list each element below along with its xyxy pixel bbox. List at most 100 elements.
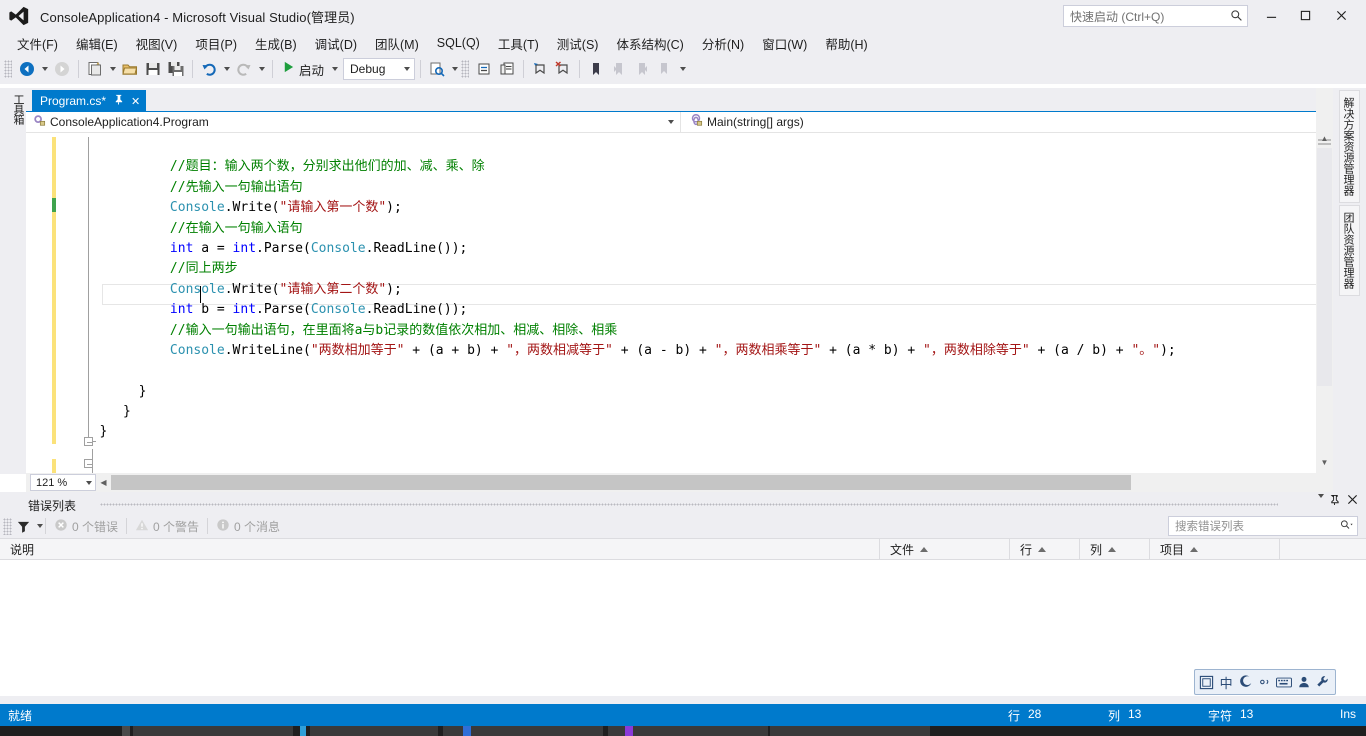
column-header-4[interactable]: 项目 [1150, 539, 1280, 559]
scroll-up-arrow[interactable]: ▲ [1316, 134, 1333, 143]
save-icon[interactable] [142, 57, 164, 81]
redo-icon[interactable] [233, 57, 255, 81]
add-bookmark-icon[interactable] [529, 57, 551, 81]
new-project-dropdown[interactable] [107, 57, 118, 81]
error-count[interactable]: 0 个错误 [46, 518, 126, 535]
scroll-down-arrow[interactable]: ▼ [1316, 458, 1333, 467]
code-line[interactable]: //题目：输入两个数，分别求出他们的加、减、乘、除 [76, 157, 1176, 177]
error-list-search-input[interactable]: 搜索错误列表 [1168, 516, 1358, 536]
menu-item-1[interactable]: 编辑(E) [67, 32, 127, 55]
code-line[interactable]: int b = int.Parse(Console.ReadLine()); [76, 300, 1176, 320]
taskbar-item[interactable] [463, 726, 471, 736]
window-maximize-button[interactable] [1290, 0, 1320, 30]
prev-bookmark-icon[interactable] [608, 57, 630, 81]
save-all-icon[interactable] [165, 57, 187, 81]
ime-language-bar[interactable]: 中 [1194, 669, 1336, 695]
start-debug-button[interactable]: 启动 [278, 57, 328, 81]
menu-item-0[interactable]: 文件(F) [8, 32, 67, 55]
taskbar-item[interactable] [133, 726, 293, 736]
halfwidth-icon[interactable] [1237, 672, 1254, 692]
undo-icon[interactable] [198, 57, 220, 81]
solution-configuration-combo[interactable]: Debug [343, 58, 416, 80]
open-file-icon[interactable] [119, 57, 141, 81]
code-line[interactable]: //在输入一句输入语句 [76, 219, 1176, 239]
menu-item-13[interactable]: 帮助(H) [816, 32, 876, 55]
editor-horizontal-scrollbar[interactable]: 121 % ◀ ▶ [26, 473, 1342, 492]
redo-dropdown[interactable] [256, 57, 267, 81]
close-icon[interactable] [1347, 494, 1358, 508]
taskbar-item[interactable] [770, 726, 930, 736]
editor-vertical-scrollbar[interactable]: ▲ ▼ [1316, 88, 1333, 492]
panel-menu-icon[interactable] [1318, 494, 1324, 507]
toolbar-grip[interactable] [3, 517, 12, 535]
sidebar-item-team-explorer[interactable]: 团队资源管理器 [1339, 205, 1360, 296]
code-line[interactable]: //输入一句输出语句，在里面将a与b记录的数值依次相加、相减、相除、相乘 [76, 321, 1176, 341]
column-header-3[interactable]: 列 [1080, 539, 1150, 559]
hscroll-thumb[interactable] [111, 475, 1131, 490]
undo-dropdown[interactable] [221, 57, 232, 81]
menu-item-5[interactable]: 调试(D) [306, 32, 366, 55]
code-line[interactable] [76, 137, 1176, 157]
quick-launch-input[interactable]: 快速启动 (Ctrl+Q) [1063, 5, 1248, 27]
person-icon[interactable] [1295, 672, 1312, 692]
new-project-icon[interactable] [84, 57, 106, 81]
search-icon[interactable] [1224, 9, 1243, 25]
menu-item-11[interactable]: 分析(N) [693, 32, 753, 55]
next-bookmark-icon[interactable] [631, 57, 653, 81]
tab-program-cs[interactable]: Program.cs* ✕ [32, 90, 147, 112]
sidebar-item-toolbox[interactable]: 工具箱 [0, 88, 26, 124]
code-line[interactable] [76, 361, 1176, 381]
menu-item-2[interactable]: 视图(V) [127, 32, 187, 55]
remove-bookmark-icon[interactable] [552, 57, 574, 81]
sidebar-item-solution-explorer[interactable]: 解决方案资源管理器 [1339, 90, 1360, 203]
member-dropdown[interactable]: Main(string[] args) [681, 112, 1342, 133]
taskbar-item[interactable] [310, 726, 438, 736]
code-line[interactable]: } [76, 422, 1176, 442]
menu-item-3[interactable]: 项目(P) [186, 32, 246, 55]
tools-icon[interactable] [1315, 672, 1332, 692]
menu-item-12[interactable]: 窗口(W) [753, 32, 816, 55]
code-line[interactable]: Console.Write("请输入第二个数"); [76, 280, 1176, 300]
comment-icon[interactable] [473, 57, 495, 81]
search-icon[interactable] [1340, 518, 1353, 534]
window-close-button[interactable] [1326, 0, 1356, 30]
code-text[interactable]: //题目：输入两个数，分别求出他们的加、减、乘、除 //先输入一句输出语句 Co… [26, 133, 1176, 443]
code-editor-surface[interactable]: //题目：输入两个数，分别求出他们的加、减、乘、除 //先输入一句输出语句 Co… [26, 133, 1342, 473]
navigate-back-icon[interactable] [16, 57, 38, 81]
taskbar-item[interactable] [300, 726, 306, 736]
code-line[interactable]: } [76, 402, 1176, 422]
filter-icon[interactable] [12, 514, 34, 538]
menu-item-7[interactable]: SQL(Q) [428, 34, 489, 52]
start-debug-dropdown[interactable] [329, 57, 340, 81]
code-line[interactable]: Console.Write("请输入第一个数"); [76, 198, 1176, 218]
code-line[interactable]: //同上两步 [76, 259, 1176, 279]
column-header-2[interactable]: 行 [1010, 539, 1080, 559]
ime-mode-icon[interactable] [1198, 672, 1215, 692]
error-list-grid[interactable] [0, 560, 1366, 696]
column-header-1[interactable]: 文件 [880, 539, 1010, 559]
toggle-bookmark-icon[interactable] [585, 57, 607, 81]
menu-item-9[interactable]: 测试(S) [548, 32, 608, 55]
pin-icon[interactable] [1329, 494, 1340, 509]
taskbar-item[interactable] [122, 726, 130, 736]
toolbar-overflow-button[interactable] [677, 57, 688, 81]
hscroll-track[interactable] [111, 475, 1327, 490]
uncomment-icon[interactable] [496, 57, 518, 81]
chevron-down-icon[interactable] [668, 120, 674, 124]
taskbar-item[interactable] [625, 726, 633, 736]
column-header-0[interactable]: 说明 [0, 539, 880, 559]
zoom-level-combo[interactable]: 121 % [30, 474, 96, 491]
menu-item-6[interactable]: 团队(M) [366, 32, 428, 55]
scroll-left-arrow[interactable]: ◀ [96, 478, 111, 487]
code-line[interactable]: Console.WriteLine("两数相加等于" + (a + b) + "… [76, 341, 1176, 361]
close-icon[interactable]: ✕ [131, 95, 140, 108]
menu-item-8[interactable]: 工具(T) [489, 32, 548, 55]
message-count[interactable]: 0 个消息 [208, 518, 288, 535]
code-line[interactable]: //先输入一句输出语句 [76, 178, 1176, 198]
window-minimize-button[interactable] [1256, 0, 1286, 30]
menu-item-10[interactable]: 体系结构(C) [607, 32, 692, 55]
toolbar-grip[interactable] [4, 60, 12, 78]
pin-icon[interactable] [113, 94, 124, 108]
find-in-files-icon[interactable] [426, 57, 448, 81]
keyboard-icon[interactable] [1276, 672, 1293, 692]
